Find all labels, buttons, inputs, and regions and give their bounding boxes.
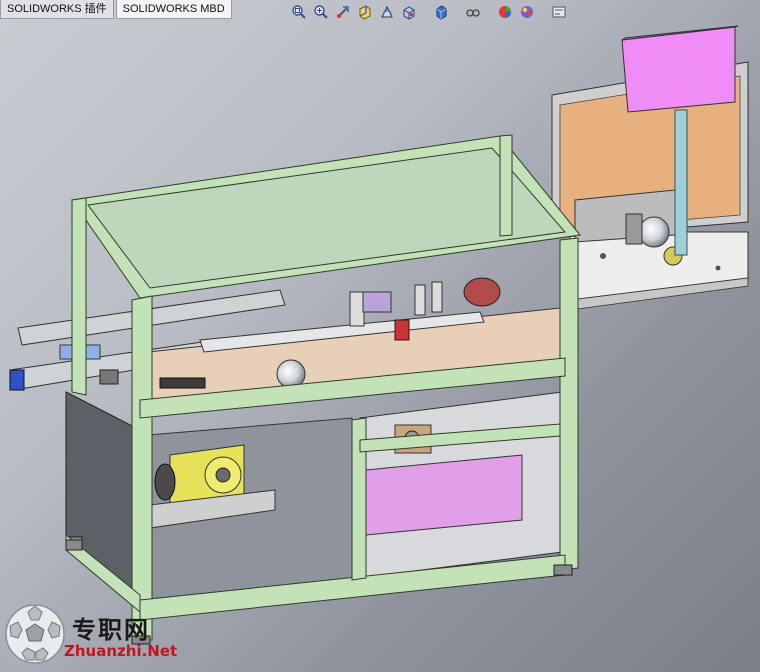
display-style-icon[interactable] bbox=[432, 3, 450, 21]
dynamic-annotation-icon[interactable] bbox=[378, 3, 396, 21]
tab-solidworks-mbd[interactable]: SOLIDWORKS MBD bbox=[115, 0, 232, 19]
apply-scene-icon[interactable] bbox=[518, 3, 536, 21]
soccer-ball-icon bbox=[5, 604, 65, 664]
watermark-url-text: Zhuanzhi.Net bbox=[64, 642, 178, 660]
view-orientation-icon[interactable] bbox=[400, 3, 418, 21]
previous-view-icon[interactable] bbox=[334, 3, 352, 21]
watermark-cn-text: 专职网 bbox=[72, 615, 150, 644]
command-manager-tabs: SOLIDWORKS 插件 SOLIDWORKS MBD bbox=[0, 0, 234, 19]
section-view-icon[interactable] bbox=[356, 3, 374, 21]
cad-model-render bbox=[9, 25, 749, 645]
watermark-logo: 专职网 Zhuanzhi.Net bbox=[4, 600, 204, 670]
view-settings-icon[interactable] bbox=[550, 3, 568, 21]
tab-solidworks-addins[interactable]: SOLIDWORKS 插件 bbox=[0, 0, 114, 19]
graphics-area[interactable] bbox=[0, 22, 760, 672]
zoom-area-icon[interactable] bbox=[312, 3, 330, 21]
zoom-to-fit-icon[interactable] bbox=[290, 3, 308, 21]
hide-show-items-icon[interactable] bbox=[464, 3, 482, 21]
heads-up-view-toolbar bbox=[290, 2, 568, 22]
edit-appearance-icon[interactable] bbox=[496, 3, 514, 21]
